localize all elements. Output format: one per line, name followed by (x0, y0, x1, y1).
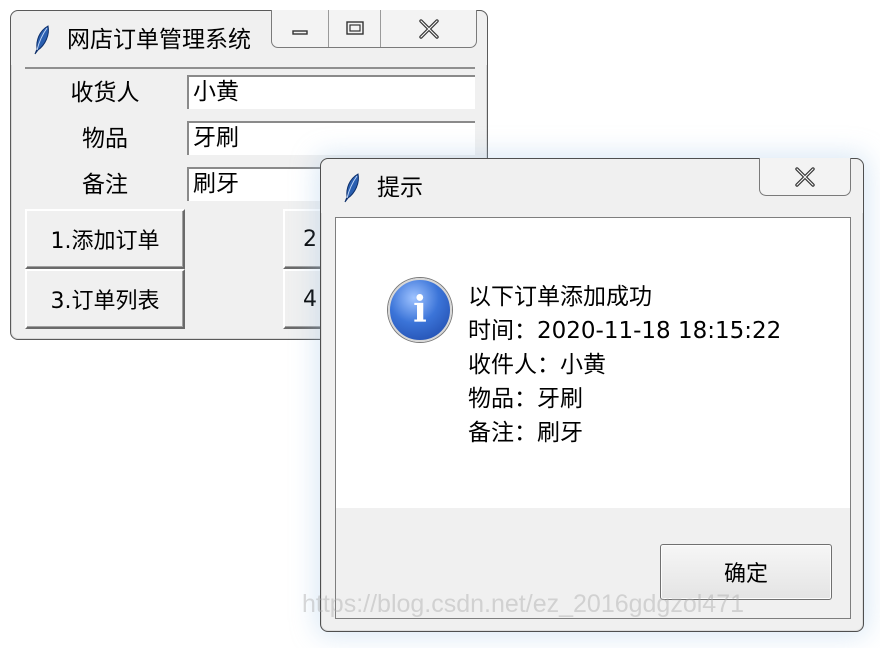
message-line: 备注：刷牙 (468, 420, 583, 446)
minimize-button[interactable] (272, 10, 328, 47)
note-label: 备注 (82, 172, 128, 198)
message-line: 物品：牙刷 (468, 386, 583, 412)
maximize-icon (345, 20, 364, 35)
dialog-message: 以下订单添加成功 时间：2020-11-18 18:15:22 收件人：小黄 物… (468, 280, 781, 450)
info-icon: i (388, 278, 452, 342)
info-icon-glyph: i (413, 289, 427, 331)
message-line: 以下订单添加成功 (468, 284, 652, 310)
divider (25, 67, 475, 69)
item-input[interactable]: 牙刷 (187, 121, 475, 155)
maximize-button[interactable] (328, 10, 380, 47)
message-dialog: 提示 i 以下订单添加成功 时间：2020-11-18 18:15:22 收件人… (320, 158, 864, 632)
add-order-button[interactable]: 1.添加订单 (25, 209, 185, 269)
message-line: 时间：2020-11-18 18:15:22 (468, 318, 782, 344)
window-controls (271, 10, 477, 48)
order-list-button[interactable]: 3.订单列表 (25, 269, 185, 329)
main-window-title: 网店订单管理系统 (67, 27, 251, 53)
minimize-icon (292, 29, 308, 35)
dialog-close-button[interactable] (760, 158, 850, 195)
dialog-titlebar[interactable]: 提示 (321, 158, 863, 213)
dialog-controls (759, 158, 851, 196)
item-label: 物品 (82, 126, 128, 152)
recipient-input[interactable]: 小黄 (187, 75, 475, 109)
recipient-label: 收货人 (70, 80, 140, 106)
feather-icon (344, 173, 359, 203)
dialog-title: 提示 (377, 175, 423, 201)
watermark: https://blog.csdn.net/ez_2016gdgzol471 (302, 590, 745, 618)
message-line: 收件人：小黄 (468, 352, 606, 378)
dialog-body: i 以下订单添加成功 时间：2020-11-18 18:15:22 收件人：小黄… (335, 217, 851, 619)
close-icon (795, 166, 815, 187)
feather-icon (34, 25, 49, 55)
main-titlebar[interactable]: 网店订单管理系统 (11, 10, 487, 65)
close-icon (418, 18, 439, 39)
close-button[interactable] (380, 10, 476, 47)
